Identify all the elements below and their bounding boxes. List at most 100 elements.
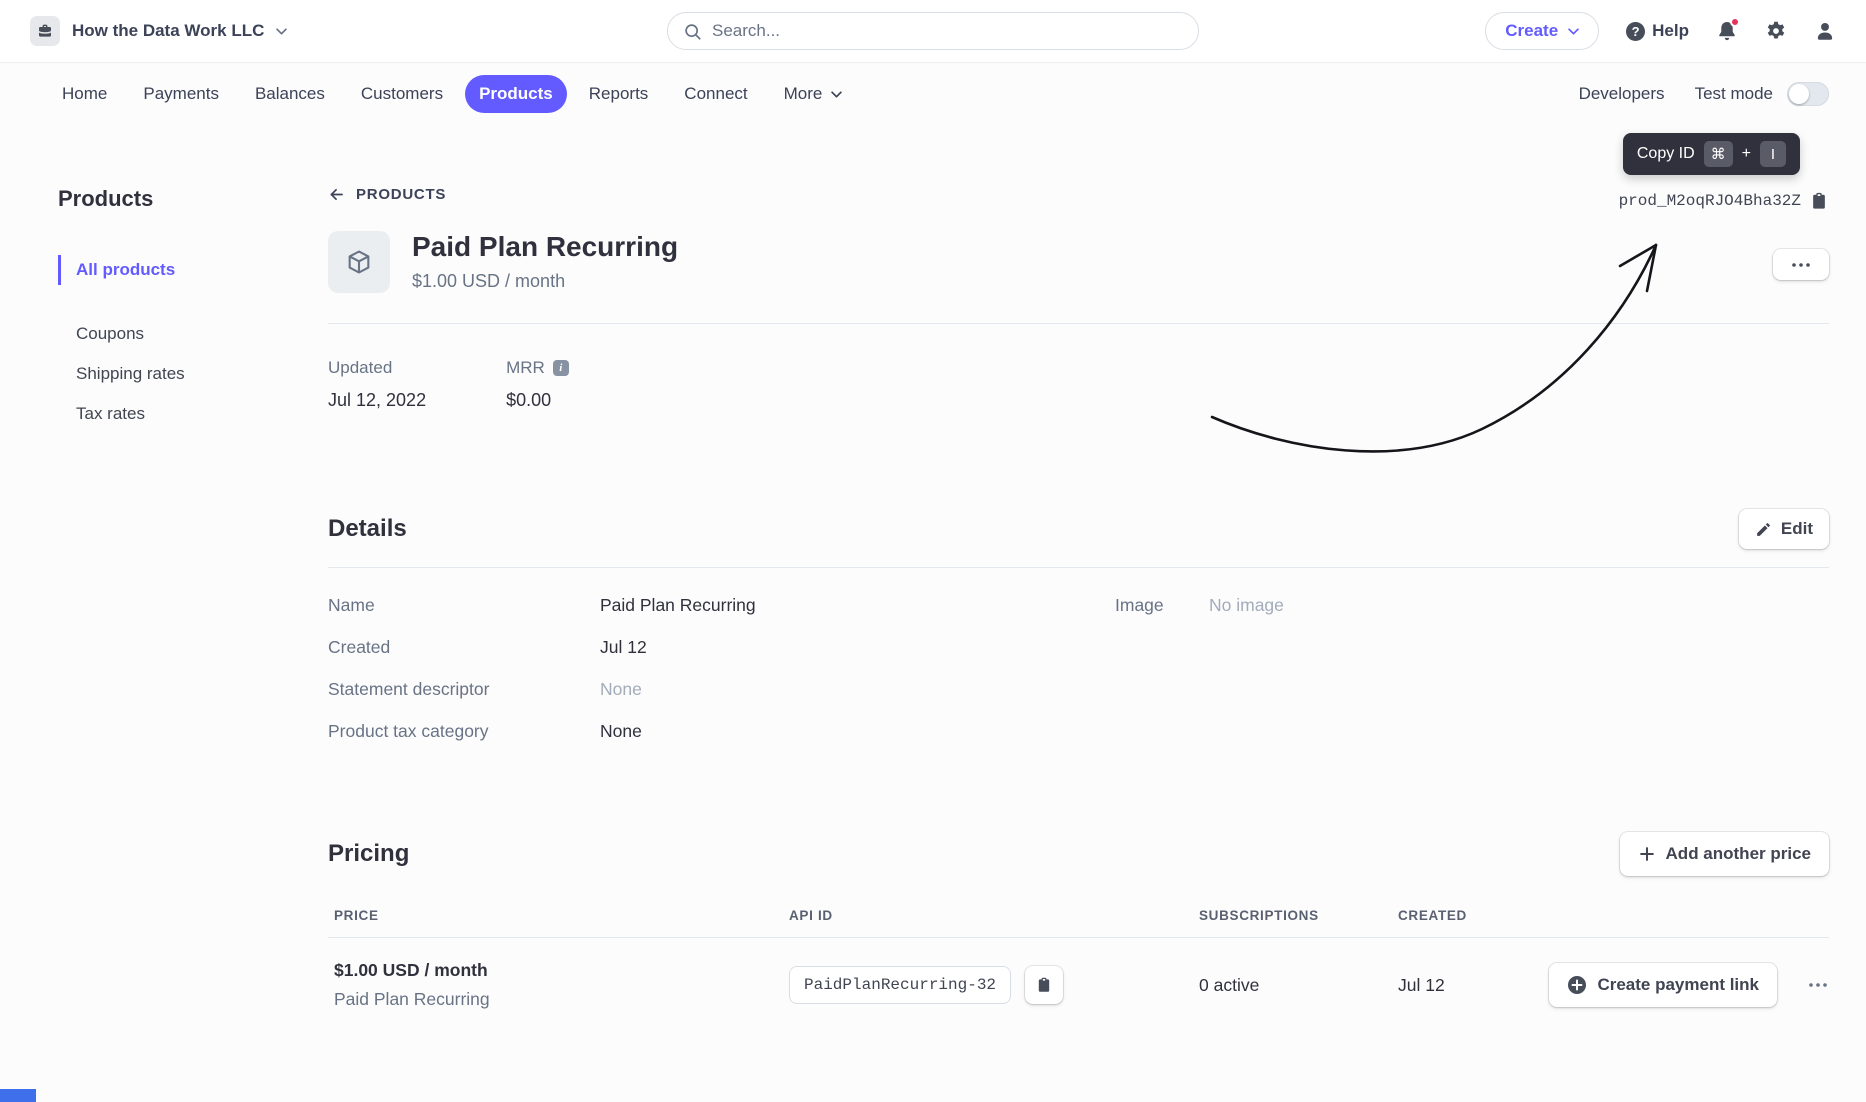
plus-icon [1638,845,1656,863]
stat-updated-value: Jul 12, 2022 [328,390,426,411]
sidebar-item-label: Tax rates [76,404,145,423]
back-arrow-icon [328,186,345,203]
nav-item-payments[interactable]: Payments [129,75,233,113]
main-nav: Home Payments Balances Customers Product… [0,62,1866,126]
stat-mrr-value: $0.00 [506,390,569,411]
overflow-icon [1792,263,1810,267]
sidebar-item-tax-rates[interactable]: Tax rates [58,394,328,434]
detail-value: None [600,721,642,742]
clipboard-icon [1810,192,1828,210]
column-api-id: API ID [789,908,1199,923]
test-mode-toggle[interactable] [1787,82,1829,106]
sidebar-item-coupons[interactable]: Coupons [58,314,328,354]
profile-button[interactable] [1814,20,1836,42]
sidebar: Products All products Coupons Shipping r… [58,186,328,1032]
search-input[interactable] [712,21,1182,41]
nav-item-label: Home [62,84,107,104]
notifications-button[interactable] [1716,20,1738,42]
help-button[interactable]: ? Help [1626,21,1689,41]
account-name: How the Data Work LLC [72,21,264,41]
subscriptions-cell: 0 active [1199,975,1398,996]
copy-api-id-button[interactable] [1025,966,1063,1004]
detail-value: Jul 12 [600,637,647,658]
overflow-icon [1809,983,1827,987]
nav-item-products[interactable]: Products [465,75,567,113]
table-row: $1.00 USD / month Paid Plan Recurring Pa… [328,938,1829,1032]
pricing-title: Pricing [328,840,409,868]
create-button[interactable]: Create [1485,12,1599,50]
detail-value: No image [1209,595,1284,742]
column-created: CREATED [1398,908,1518,923]
details-grid: Name Paid Plan Recurring Created Jul 12 … [328,568,1829,752]
detail-label: Created [328,637,600,658]
created-cell: Jul 12 [1398,975,1518,996]
nav-right: Developers Test mode [1579,82,1829,106]
api-id-chip[interactable]: PaidPlanRecurring-32 [789,966,1011,1004]
price-cell: $1.00 USD / month Paid Plan Recurring [328,960,789,1010]
account-switcher[interactable]: How the Data Work LLC [30,16,287,46]
main-content: PRODUCTS Paid Plan Recurring $1.00 USD /… [328,186,1829,1032]
product-stats: Updated Jul 12, 2022 MRR i $0.00 [328,324,1829,445]
add-price-button[interactable]: Add another price [1620,832,1829,876]
nav-item-more[interactable]: More [770,75,857,113]
stat-updated-label: Updated [328,358,426,378]
developers-link[interactable]: Developers [1579,84,1665,104]
plus-circle-icon [1567,975,1587,995]
nav-item-home[interactable]: Home [48,75,121,113]
question-mark-icon: ? [1626,22,1645,41]
search-bar[interactable] [667,12,1199,50]
gear-icon [1765,20,1787,42]
nav-item-connect[interactable]: Connect [670,75,761,113]
nav-item-customers[interactable]: Customers [347,75,457,113]
row-actions: Create payment link [1518,963,1829,1007]
details-title: Details [328,515,407,543]
product-id[interactable]: prod_M2oqRJO4Bha32Z [1619,192,1828,210]
detail-label: Statement descriptor [328,679,600,700]
detail-row-statement-descriptor: Statement descriptor None [328,668,1115,710]
product-id-value: prod_M2oqRJO4Bha32Z [1619,192,1801,210]
package-icon [345,248,373,276]
stat-mrr-label: MRR [506,358,545,378]
topbar: How the Data Work LLC Create ? Help [0,0,1866,62]
settings-button[interactable] [1765,20,1787,42]
price-product-name: Paid Plan Recurring [334,989,789,1010]
sidebar-item-label: Coupons [76,324,144,343]
pricing-table-header: PRICE API ID SUBSCRIPTIONS CREATED [328,902,1829,937]
row-overflow-button[interactable] [1807,977,1829,993]
nav-item-label: Balances [255,84,325,104]
sidebar-item-shipping-rates[interactable]: Shipping rates [58,354,328,394]
detail-row-tax-category: Product tax category None [328,710,1115,752]
api-id-cell: PaidPlanRecurring-32 [789,966,1199,1004]
column-price: PRICE [328,908,789,923]
notification-dot [1730,17,1740,27]
toggle-knob [1789,84,1809,104]
chevron-down-icon [831,91,842,98]
copy-id-tooltip: Copy ID ⌘ + I [1623,133,1800,175]
nav-item-balances[interactable]: Balances [241,75,339,113]
pricing-section: Pricing Add another price PRICE API ID S… [328,832,1829,1032]
price-value: $1.00 USD / month [334,960,789,981]
topbar-actions: Create ? Help [1485,12,1836,50]
product-header: Paid Plan Recurring $1.00 USD / month [328,231,1829,293]
breadcrumb-label: PRODUCTS [356,186,446,203]
breadcrumb[interactable]: PRODUCTS [328,186,1829,203]
copy-id-label: Copy ID [1637,145,1695,163]
stat-updated: Updated Jul 12, 2022 [328,358,426,411]
sidebar-item-all-products[interactable]: All products [58,250,328,290]
i-keycap: I [1760,141,1786,167]
add-price-label: Add another price [1666,844,1811,864]
page-title: Paid Plan Recurring [412,231,678,263]
product-overflow-button[interactable] [1773,249,1829,280]
nav-item-label: Reports [589,84,649,104]
edit-button[interactable]: Edit [1739,509,1829,549]
nav-item-label: Products [479,84,553,104]
sidebar-title: Products [58,186,328,212]
nav-item-label: More [784,84,823,104]
detail-label: Name [328,595,600,616]
cmd-keycap: ⌘ [1704,141,1733,167]
nav-item-reports[interactable]: Reports [575,75,663,113]
info-icon[interactable]: i [553,360,569,376]
nav-item-label: Customers [361,84,443,104]
create-payment-link-button[interactable]: Create payment link [1549,963,1777,1007]
clipboard-icon [1036,977,1052,993]
